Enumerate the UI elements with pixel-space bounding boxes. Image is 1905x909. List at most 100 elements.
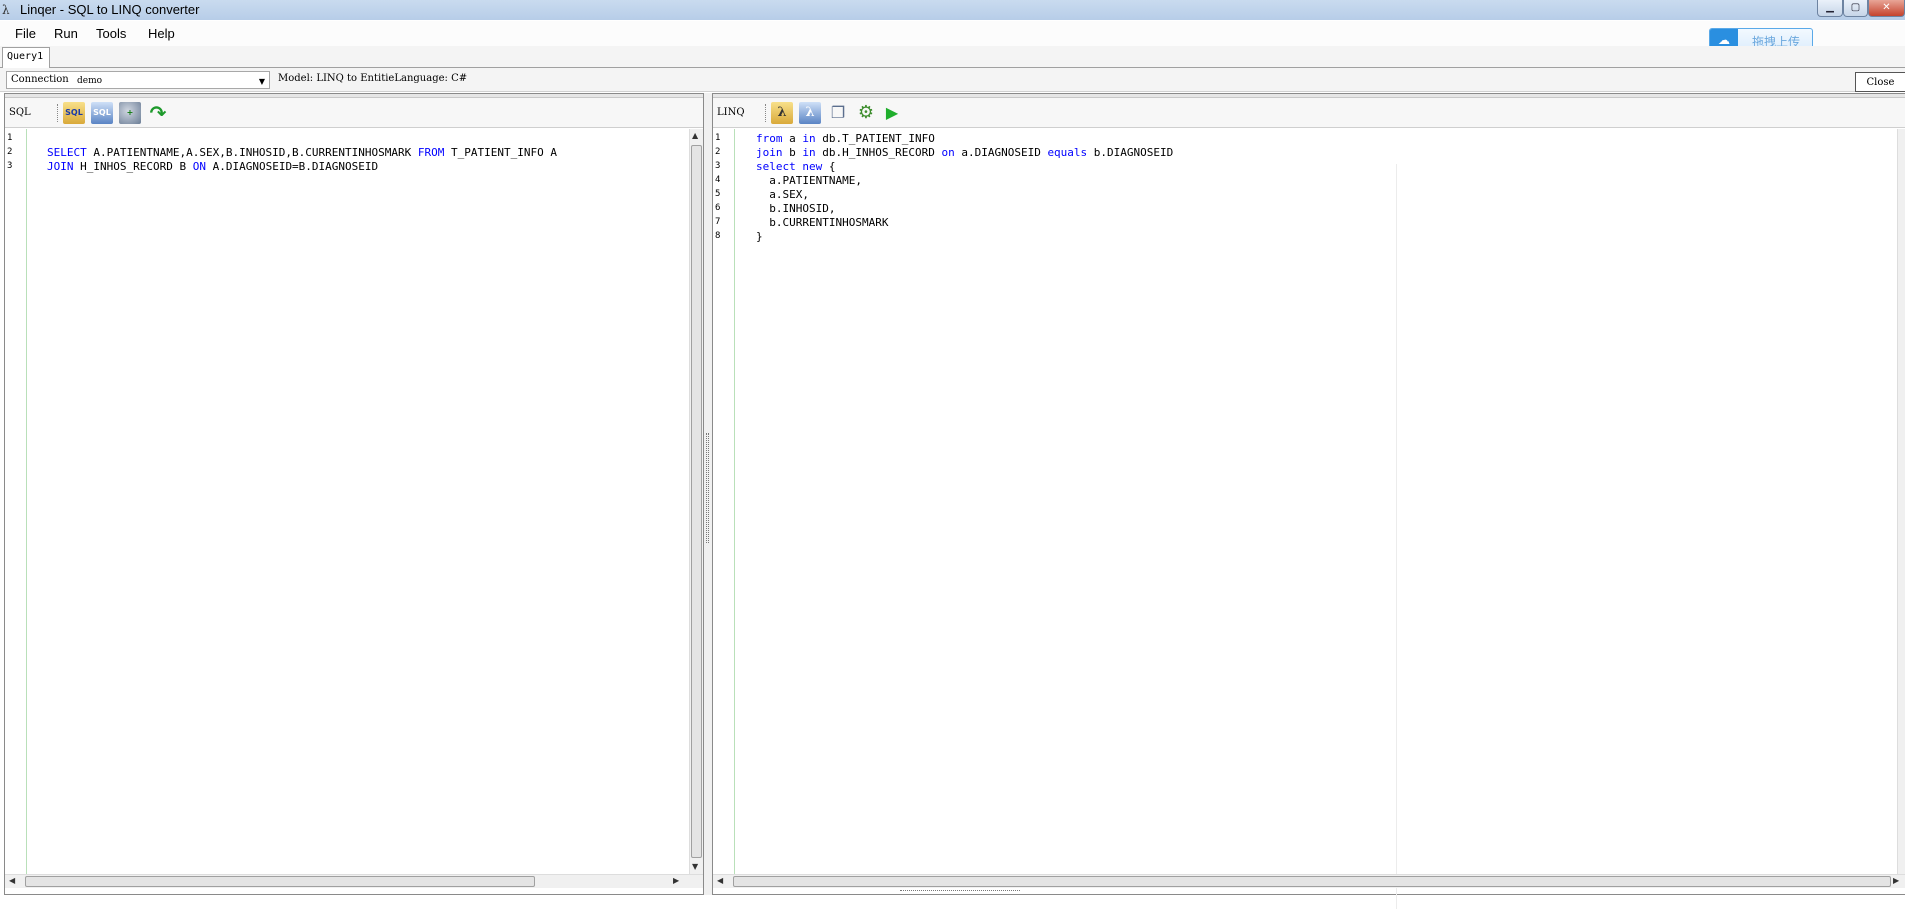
linq-code-line: b.INHOSID,	[756, 202, 835, 215]
linq-code-line: select new {	[756, 160, 836, 173]
connection-select[interactable]: Connection demo ▼	[6, 71, 270, 89]
code-keyword: SELECT	[47, 146, 87, 159]
code-text: A.PATIENTNAME,A.SEX,B.INHOSID,B.CURRENTI…	[86, 146, 418, 159]
menu-tools[interactable]: Tools	[96, 26, 126, 41]
database-add-icon[interactable]: +	[119, 102, 141, 124]
scroll-thumb[interactable]	[691, 145, 702, 858]
sql-toolbar: SQL SQL SQL + ↷	[5, 98, 703, 128]
close-query-button[interactable]: Close	[1855, 72, 1905, 92]
run-icon[interactable]: ▶	[881, 102, 903, 124]
code-text: }	[756, 230, 763, 243]
scroll-left-icon[interactable]: ◀	[717, 876, 723, 885]
line-number: 1	[715, 133, 721, 143]
code-text: b	[782, 146, 803, 159]
open-sql-icon[interactable]: SQL	[63, 102, 85, 124]
code-text: b.INHOSID,	[756, 202, 836, 215]
code-text: H_INHOS_RECORD B	[73, 160, 193, 173]
copy-icon[interactable]: ❐	[827, 102, 849, 124]
linq-horizontal-scrollbar[interactable]: ◀ ▶	[713, 874, 1905, 888]
menu-file[interactable]: File	[15, 26, 36, 41]
code-text: {	[822, 160, 836, 173]
toolbar-grip	[765, 104, 767, 122]
scroll-thumb[interactable]	[733, 876, 1891, 887]
code-text: a.SEX,	[756, 188, 809, 201]
sql-horizontal-scrollbar[interactable]: ◀ ▶	[5, 874, 703, 888]
save-sql-icon[interactable]: SQL	[91, 102, 113, 124]
scroll-up-icon[interactable]: ▲	[692, 131, 698, 140]
linq-code-line: a.SEX,	[756, 188, 809, 201]
bottom-resize-grip[interactable]	[900, 890, 1020, 895]
code-text: a.PATIENTNAME,	[756, 174, 862, 187]
save-linq-icon[interactable]: λ	[799, 102, 821, 124]
menu-bar: File Run Tools Help	[0, 21, 1905, 46]
linq-pane: LINQ λ λ ❐ ⚙ ▶ 1 2 3 4 5 6 7 8 from a in…	[712, 93, 1905, 909]
splitter-grip[interactable]	[706, 433, 709, 543]
line-number: 8	[715, 231, 721, 241]
scroll-down-icon[interactable]: ▼	[692, 862, 698, 871]
sql-code-line: JOIN H_INHOS_RECORD B ON A.DIAGNOSEID=B.…	[47, 160, 378, 173]
code-text: db.H_INHOS_RECORD	[815, 146, 942, 159]
scroll-right-icon[interactable]: ▶	[673, 876, 679, 885]
sql-editor[interactable]: 1 2 3 SELECT A.PATIENTNAME,A.SEX,B.INHOS…	[5, 129, 703, 874]
code-text: T_PATIENT_INFO A	[444, 146, 557, 159]
code-keyword: ON	[192, 160, 206, 173]
connection-value: demo	[77, 76, 103, 86]
model-info: Model: LINQ to EntitieLanguage: C#	[278, 73, 468, 84]
open-linq-icon[interactable]: λ	[771, 102, 793, 124]
toolbar-grip	[57, 104, 59, 122]
code-keyword: on	[941, 146, 955, 159]
line-number: 4	[715, 175, 721, 185]
menu-run[interactable]: Run	[54, 26, 78, 41]
code-keyword: new	[802, 160, 823, 173]
chevron-down-icon: ▼	[258, 77, 265, 86]
code-keyword: select	[756, 160, 796, 173]
code-text: b.CURRENTINHOSMARK	[756, 216, 889, 229]
code-keyword: in	[802, 146, 816, 159]
tab-query1[interactable]: Query1	[2, 47, 50, 69]
app-lambda-icon: λ	[2, 3, 10, 17]
code-text: a	[782, 132, 803, 145]
code-text: db.T_PATIENT_INFO	[815, 132, 935, 145]
query-tab-strip: Query1	[0, 46, 1905, 69]
linq-caption: LINQ	[717, 107, 745, 118]
maximize-button[interactable]: ▢	[1843, 0, 1868, 17]
line-number: 1	[7, 133, 13, 143]
pane-splitter[interactable]	[704, 93, 712, 895]
code-text: a.DIAGNOSEID	[954, 146, 1048, 159]
scroll-right-icon[interactable]: ▶	[1893, 876, 1899, 885]
title-bar: λ Linqer - SQL to LINQ converter ▁ ▢ ✕	[0, 0, 1905, 20]
connection-bar: Connection demo ▼ Model: LINQ to Entitie…	[0, 68, 1905, 92]
window-title: Linqer - SQL to LINQ converter	[20, 2, 200, 17]
code-keyword: JOIN	[47, 160, 74, 173]
line-number: 3	[715, 161, 721, 171]
sql-line-gutter: 1 2 3	[5, 129, 27, 874]
connection-label: Connection	[11, 74, 69, 85]
linq-code-line: }	[756, 230, 763, 243]
line-number: 5	[715, 189, 721, 199]
menu-help[interactable]: Help	[148, 26, 175, 41]
linq-vertical-scrollbar[interactable]	[1897, 129, 1905, 874]
linq-toolbar: LINQ λ λ ❐ ⚙ ▶	[713, 98, 1905, 128]
sql-code-line: SELECT A.PATIENTNAME,A.SEX,B.INHOSID,B.C…	[47, 146, 557, 159]
code-keyword: from	[756, 132, 783, 145]
code-keyword: equals	[1047, 146, 1088, 159]
close-window-button[interactable]: ✕	[1868, 0, 1905, 17]
linq-code-line: join b in db.H_INHOS_RECORD on a.DIAGNOS…	[756, 146, 1173, 159]
redo-arrow-icon[interactable]: ↷	[147, 102, 169, 124]
settings-gears-icon[interactable]: ⚙	[855, 102, 877, 124]
code-keyword: FROM	[417, 146, 445, 159]
line-number: 2	[715, 147, 721, 157]
code-keyword: in	[802, 132, 816, 145]
scroll-left-icon[interactable]: ◀	[9, 876, 15, 885]
sql-pane: SQL SQL SQL + ↷ 1 2 3 SELECT A.PATIENTNA…	[4, 93, 704, 895]
sql-vertical-scrollbar[interactable]: ▲ ▼	[689, 129, 703, 874]
scroll-thumb[interactable]	[25, 876, 535, 887]
minimize-button[interactable]: ▁	[1817, 0, 1843, 17]
linq-editor[interactable]: 1 2 3 4 5 6 7 8 from a in db.T_PATIENT_I…	[713, 129, 1905, 909]
linq-code-line: b.CURRENTINHOSMARK	[756, 216, 888, 229]
line-number: 3	[7, 161, 13, 171]
code-keyword: join	[756, 146, 783, 159]
code-text: b.DIAGNOSEID	[1087, 146, 1174, 159]
code-text: A.DIAGNOSEID=B.DIAGNOSEID	[205, 160, 379, 173]
line-number: 7	[715, 217, 721, 227]
